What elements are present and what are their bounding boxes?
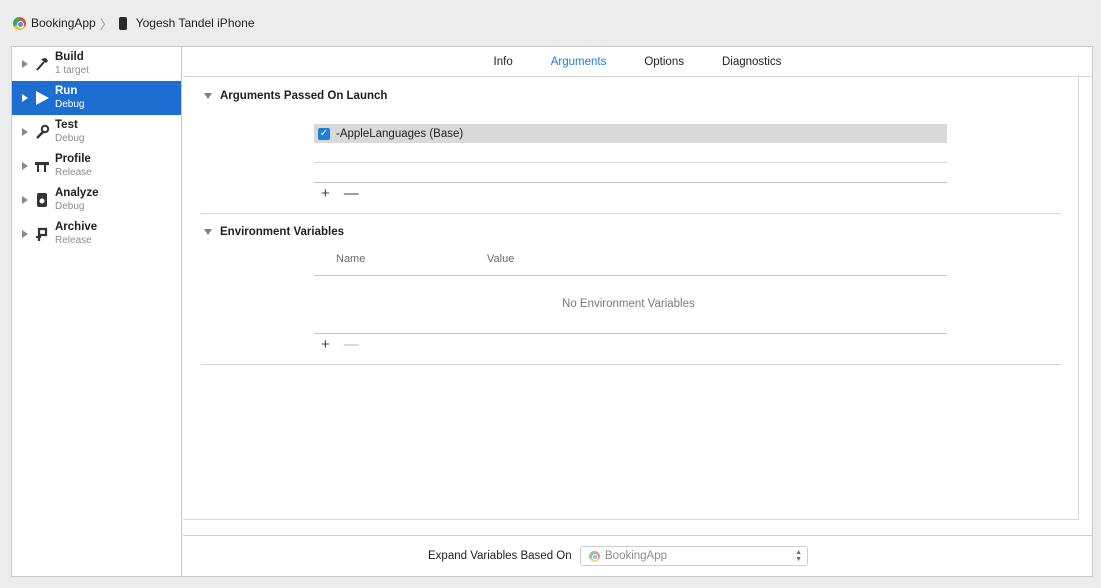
arguments-add-remove: + — — [321, 185, 359, 202]
divider — [314, 182, 947, 183]
chevron-right-icon: 〉 — [99, 16, 113, 32]
section-divider — [201, 213, 1061, 214]
sidebar-item-test[interactable]: Test Debug — [12, 115, 181, 149]
breadcrumb-device[interactable]: Yogesh Tandel iPhone — [118, 16, 255, 30]
sidebar-item-profile[interactable]: Profile Release — [12, 149, 181, 183]
divider — [314, 333, 947, 334]
scheme-editor: Build 1 target Run Debug Test Debug Prof… — [11, 46, 1093, 577]
arguments-section-header[interactable]: Arguments Passed On Launch — [204, 90, 387, 102]
sidebar-item-title: Test — [55, 119, 78, 131]
tab-options[interactable]: Options — [625, 56, 703, 68]
divider — [314, 275, 947, 276]
expand-variables-select[interactable]: BookingApp ▲ ▼ — [580, 546, 808, 566]
argument-row[interactable]: ✓ -AppleLanguages (Base) — [314, 124, 947, 143]
archive-icon — [34, 226, 50, 242]
expand-variables-value: BookingApp — [605, 550, 668, 562]
disclosure-triangle-icon[interactable] — [22, 128, 28, 136]
add-environment-variable-button[interactable]: + — [321, 336, 330, 353]
analyze-icon — [34, 192, 50, 208]
arguments-heading: Arguments Passed On Launch — [220, 90, 388, 102]
environment-heading: Environment Variables — [220, 226, 344, 238]
disclosure-triangle-icon[interactable] — [22, 162, 28, 170]
sidebar-item-title: Profile — [55, 153, 91, 165]
argument-value[interactable]: -AppleLanguages (Base) — [336, 128, 463, 140]
expand-variables-label: Expand Variables Based On — [428, 550, 572, 562]
wrench-icon — [34, 124, 50, 140]
instruments-icon — [34, 158, 50, 174]
tab-info[interactable]: Info — [475, 56, 532, 68]
empty-state-text: No Environment Variables — [562, 298, 695, 310]
breadcrumb-device-label: Yogesh Tandel iPhone — [135, 16, 255, 30]
sidebar-item-subtitle: Release — [55, 235, 92, 246]
sidebar-item-run[interactable]: Run Debug — [12, 81, 181, 115]
sidebar-item-title: Archive — [55, 221, 98, 233]
play-icon — [34, 90, 50, 106]
disclosure-triangle-icon[interactable] — [22, 196, 28, 204]
sidebar-item-subtitle: Release — [55, 167, 92, 178]
sidebar-item-subtitle: Debug — [55, 201, 85, 212]
disclosure-triangle-icon[interactable] — [22, 94, 28, 102]
column-header-value[interactable]: Value — [487, 253, 514, 265]
add-argument-button[interactable]: + — [321, 185, 330, 202]
disclosure-triangle-icon[interactable] — [204, 229, 212, 235]
app-icon — [13, 16, 26, 30]
tab-arguments[interactable]: Arguments — [532, 56, 626, 68]
disclosure-triangle-icon[interactable] — [204, 93, 212, 99]
sidebar-item-subtitle: 1 target — [55, 65, 89, 76]
sidebar-item-title: Run — [55, 85, 78, 97]
sidebar: Build 1 target Run Debug Test Debug Prof… — [12, 47, 182, 576]
column-header-name[interactable]: Name — [336, 253, 365, 265]
content-pane: Info Arguments Options Diagnostics Argum… — [183, 47, 1092, 576]
disclosure-triangle-icon[interactable] — [22, 230, 28, 238]
arguments-panel: Arguments Passed On Launch ✓ -AppleLangu… — [183, 77, 1079, 520]
remove-argument-button[interactable]: — — [344, 185, 359, 202]
sidebar-item-title: Analyze — [55, 187, 99, 199]
bottom-bar: Expand Variables Based On BookingApp ▲ ▼ — [183, 535, 1092, 576]
divider — [314, 162, 947, 163]
remove-environment-variable-button[interactable]: — — [344, 336, 359, 353]
tab-bar: Info Arguments Options Diagnostics — [183, 47, 1092, 77]
argument-enabled-checkbox[interactable]: ✓ — [318, 127, 330, 140]
sidebar-item-analyze[interactable]: Analyze Debug — [12, 183, 181, 217]
sidebar-item-subtitle: Debug — [55, 133, 85, 144]
sidebar-item-title: Build — [55, 51, 84, 63]
breadcrumb: BookingApp 〉 Yogesh Tandel iPhone — [0, 0, 1101, 46]
environment-section-header[interactable]: Environment Variables — [204, 226, 344, 238]
section-divider — [201, 364, 1061, 365]
hammer-icon — [34, 56, 50, 72]
tab-diagnostics[interactable]: Diagnostics — [703, 56, 800, 68]
breadcrumb-project-label: BookingApp — [31, 16, 96, 30]
disclosure-triangle-icon[interactable] — [22, 60, 28, 68]
breadcrumb-project[interactable]: BookingApp — [13, 16, 96, 30]
app-icon — [589, 550, 600, 562]
iphone-icon — [118, 16, 127, 30]
sidebar-item-archive[interactable]: Archive Release — [12, 217, 181, 251]
popup-arrows-icon: ▲ ▼ — [795, 549, 802, 563]
environment-add-remove: + — — [321, 336, 359, 353]
sidebar-item-build[interactable]: Build 1 target — [12, 47, 181, 81]
sidebar-item-subtitle: Debug — [55, 99, 85, 110]
